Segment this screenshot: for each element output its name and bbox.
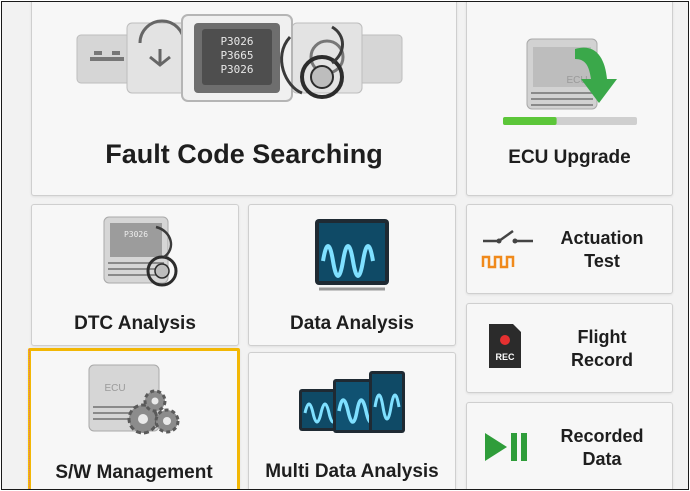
multi-data-analysis-tile[interactable]: Multi Data Analysis [248, 352, 456, 489]
actuation-test-label: Actuation Test [537, 227, 667, 273]
actuation-test-icon [481, 229, 533, 269]
rec-icon: REC [489, 324, 521, 368]
data-analysis-icon [315, 219, 389, 291]
app-menu-grid: P3026 P3665 P3026 Fault Code Searching E… [1, 1, 689, 490]
ecu-upgrade-label: ECU Upgrade [508, 147, 631, 168]
dtc-analysis-icon: P3026 [103, 216, 178, 287]
rec-text: REC [495, 352, 515, 362]
dtc-code-text: P3026 [124, 230, 148, 239]
ecu-upgrade-tile[interactable]: ECU ECU Upgrade [466, 2, 673, 196]
upgrade-progress-fill [503, 117, 557, 125]
fault-code-2: P3665 [220, 49, 253, 62]
sw-management-tile[interactable]: ECU S/W Management [28, 348, 240, 489]
fault-code-searching-label: Fault Code Searching [105, 139, 383, 169]
flight-record-label: Flight Record [537, 326, 667, 372]
play-pause-icon [485, 433, 527, 461]
data-analysis-label: Data Analysis [290, 313, 414, 334]
sw-management-label: S/W Management [55, 462, 213, 483]
focus-indicator [29, 349, 30, 489]
dtc-analysis-label: DTC Analysis [74, 313, 196, 334]
data-analysis-tile[interactable]: Data Analysis [248, 204, 456, 346]
actuation-label-line1: Actuation [560, 228, 644, 248]
flight-label-line2: Record [570, 350, 633, 370]
sw-chip-text: ECU [104, 383, 125, 394]
recorded-data-label: Recorded Data [537, 425, 667, 471]
multi-data-analysis-icon [299, 371, 405, 433]
multi-data-analysis-label: Multi Data Analysis [265, 461, 439, 482]
recorded-data-tile[interactable]: Recorded Data [466, 402, 673, 489]
actuation-test-tile[interactable]: Actuation Test [466, 204, 673, 294]
ecu-upgrade-icon: ECU [503, 38, 637, 125]
fault-code-1: P3026 [220, 35, 253, 48]
fault-code-3: P3026 [220, 63, 253, 76]
flight-label-line1: Flight [577, 327, 627, 347]
fault-code-illustration-icon: P3026 P3665 P3026 [76, 14, 403, 102]
actuation-label-line2: Test [584, 251, 620, 271]
sw-management-icon: ECU [88, 364, 180, 435]
dtc-analysis-tile[interactable]: P3026 DTC Analysis [31, 204, 239, 346]
fault-code-searching-tile[interactable]: P3026 P3665 P3026 Fault Code Searching [31, 2, 457, 196]
recorded-label-line1: Recorded [560, 426, 644, 446]
recorded-label-line2: Data [582, 449, 622, 469]
flight-record-tile[interactable]: REC Flight Record [466, 303, 673, 393]
